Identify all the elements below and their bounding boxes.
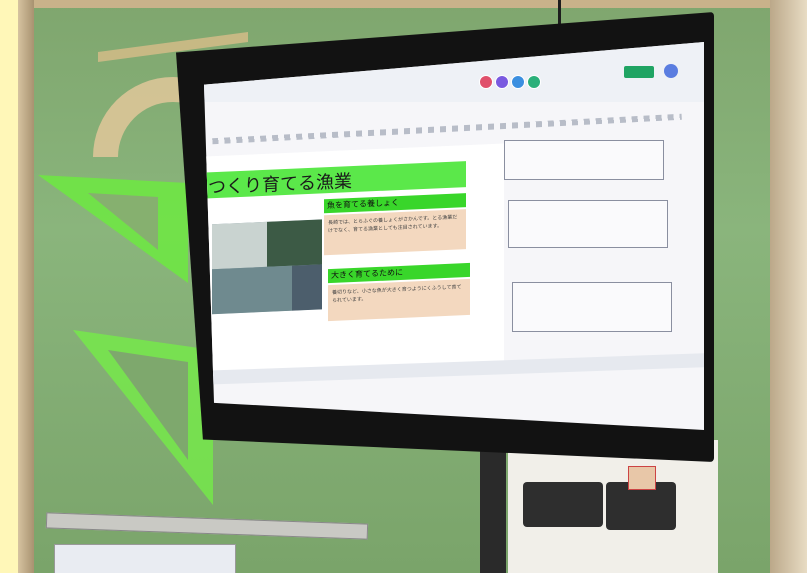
wall-device — [54, 544, 236, 573]
side-panel — [504, 132, 674, 352]
side-box[interactable] — [512, 282, 672, 332]
wood-frame-top — [18, 0, 807, 8]
share-button[interactable] — [624, 66, 654, 78]
set-square-green-1 — [38, 175, 188, 283]
page-title: つくり育てる漁業 — [208, 171, 352, 199]
collaborator-avatars — [479, 74, 542, 93]
cloth-pocket — [523, 482, 603, 527]
text-box-aquaculture: 長崎では、とらふぐの養しょくがさかんです。とる漁業だけでなく、育てる漁業としても… — [324, 209, 466, 256]
account-icon[interactable] — [664, 64, 678, 78]
wood-frame-right — [770, 0, 807, 573]
monitor-stand — [480, 445, 506, 573]
fish-farm-photo — [212, 219, 322, 315]
name-tag — [628, 466, 656, 490]
avatar — [479, 75, 493, 89]
side-box[interactable] — [504, 140, 664, 180]
side-box[interactable] — [508, 200, 668, 248]
document-page: つくり育てる漁業 魚を育てる養しょく 長崎では、とらふぐの養しょくがさかんです。… — [204, 143, 504, 377]
text-box-growing: 養切りなど、小さな魚が大きく育つようにくふうして育てられています。 — [328, 278, 470, 322]
wood-frame-left — [18, 0, 34, 573]
avatar — [511, 75, 526, 89]
monitor-screen: つくり育てる漁業 魚を育てる養しょく 長崎では、とらふぐの養しょくがさかんです。… — [204, 42, 704, 430]
ruler — [45, 512, 369, 540]
avatar — [495, 75, 510, 89]
title-banner: つくり育てる漁業 — [204, 161, 466, 199]
